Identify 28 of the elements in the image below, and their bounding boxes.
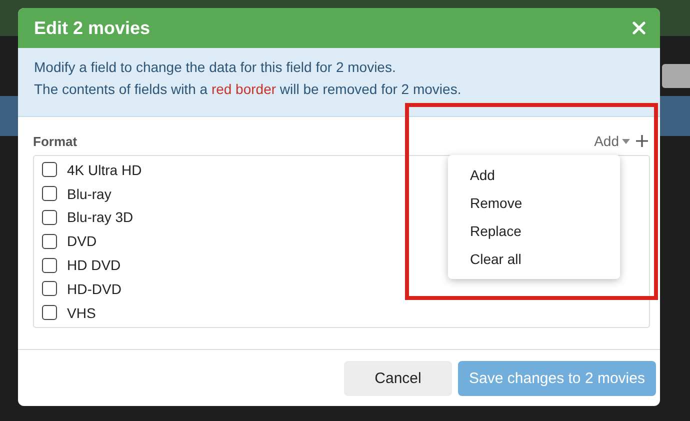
option-label: Blu-ray	[67, 186, 112, 202]
checkbox[interactable]	[42, 281, 57, 296]
option-label: 4K Ultra HD	[67, 162, 142, 178]
checkbox[interactable]	[42, 258, 57, 273]
dialog-title: Edit 2 movies	[34, 18, 150, 38]
menu-item[interactable]: Remove	[448, 189, 620, 217]
cancel-button[interactable]: Cancel	[344, 360, 452, 396]
menu-item[interactable]: Add	[448, 161, 620, 189]
checkbox[interactable]	[42, 186, 57, 202]
checkbox[interactable]	[42, 162, 57, 178]
option-label: VHS	[67, 304, 96, 321]
add-button[interactable]	[634, 133, 650, 149]
info-text: The contents of fields with a red border will be removed for 2 movies.	[34, 80, 462, 99]
checkbox[interactable]	[42, 210, 57, 225]
checkbox[interactable]	[42, 305, 57, 320]
info-text: Modify a field to change the data for this field for 2 movies.	[34, 58, 397, 77]
option-label: Blu-ray 3D	[67, 209, 134, 226]
menu-item[interactable]: Replace	[448, 217, 620, 245]
checkbox[interactable]	[42, 234, 57, 249]
menu-item[interactable]: Clear all	[448, 245, 620, 273]
plus-icon	[636, 135, 648, 147]
field-label: Format	[33, 134, 78, 148]
option-label: HD-DVD	[67, 280, 122, 297]
option-label: DVD	[67, 233, 97, 250]
mode-dropdown[interactable]: Add	[590, 132, 634, 150]
option-label: HD DVD	[67, 257, 121, 274]
caret-icon	[622, 138, 630, 144]
close-icon	[632, 21, 646, 35]
